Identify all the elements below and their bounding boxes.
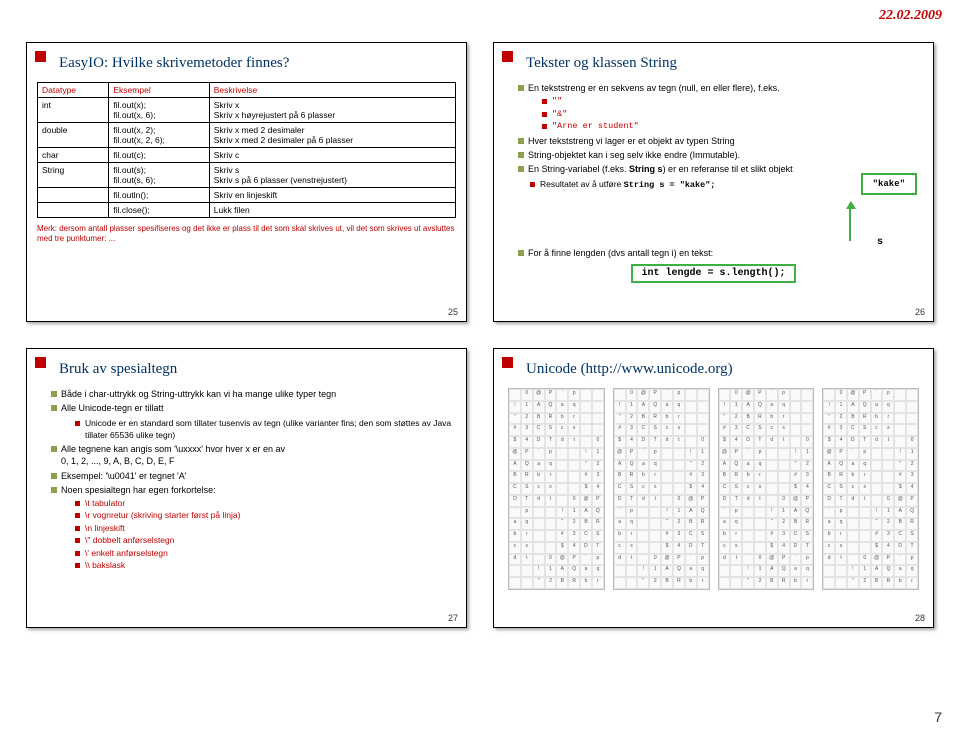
- slide-25: EasyIO: Hvilke skrivemetoder finnes? Dat…: [26, 42, 467, 322]
- bullet: Eksempel: '\u0041' er tegnet 'A': [51, 470, 456, 482]
- cell-example: fil.close();: [109, 203, 209, 218]
- arrow-head-icon: [846, 201, 856, 209]
- sub-bullet: \\ bakslask: [75, 560, 456, 571]
- table-row: fil.close(); Lukk filen: [38, 203, 456, 218]
- cell-type: char: [38, 148, 109, 163]
- unicode-block: 0@P`p !1AQaq "2BRbr #3CScs $4DTdt 0@P`p …: [613, 388, 710, 590]
- bullet: String-objektet kan i seg selv ikke endr…: [518, 149, 923, 161]
- sub-bullet: "&": [542, 109, 923, 120]
- table-row: char fil.out(c); Skriv c: [38, 148, 456, 163]
- unicode-block: 0@P`p !1AQaq "2BRbr #3CScs $4DTdt 0@P`p …: [822, 388, 919, 590]
- title-bullet-icon: [502, 357, 513, 368]
- th-datatype: Datatype: [38, 83, 109, 98]
- bullet: Alle Unicode-tegn er tillatt Unicode er …: [51, 402, 456, 441]
- slide-number: 26: [915, 307, 925, 317]
- cell-example: fil.out(x); fil.out(x, 6);: [109, 98, 209, 123]
- sub-bullet: \' enkelt anførselstegn: [75, 548, 456, 559]
- cell-type: String: [38, 163, 109, 188]
- table-row: String fil.out(s); fil.out(s, 6); Skriv …: [38, 163, 456, 188]
- cell-type: [38, 203, 109, 218]
- bullet: Både i char-uttrykk og String-uttrykk ka…: [51, 388, 456, 400]
- page-date: 22.02.2009: [879, 8, 942, 24]
- bullet: Hver tekststreng vi lager er et objekt a…: [518, 135, 923, 147]
- table-row: double fil.out(x, 2); fil.out(x, 2, 6); …: [38, 123, 456, 148]
- cell-type: int: [38, 98, 109, 123]
- merk-note: Merk: dersom antall plasser spesifiseres…: [37, 224, 456, 244]
- s-variable-label: s: [877, 237, 883, 248]
- title-bullet-icon: [502, 51, 513, 62]
- table-row: fil.outln(); Skriv en linjeskift: [38, 188, 456, 203]
- cell-desc: Skriv x med 2 desimaler Skriv x med 2 de…: [209, 123, 455, 148]
- sub-bullet: \t tabulator: [75, 498, 456, 509]
- slide-number: 25: [448, 307, 458, 317]
- cell-type: double: [38, 123, 109, 148]
- slide-26: Tekster og klassen String En tekststreng…: [493, 42, 934, 322]
- cell-desc: Skriv c: [209, 148, 455, 163]
- bullet: Noen spesialtegn har egen forkortelse: \…: [51, 484, 456, 572]
- title-bullet-icon: [35, 51, 46, 62]
- slide-28: Unicode (http://www.unicode.org) 0@P`p !…: [493, 348, 934, 628]
- slide-title: Unicode (http://www.unicode.org): [526, 361, 923, 378]
- sub-bullet: \n linjeskift: [75, 523, 456, 534]
- cell-desc: Skriv en linjeskift: [209, 188, 455, 203]
- code-box-length: int lengde = s.length();: [631, 264, 795, 283]
- table-row: int fil.out(x); fil.out(x, 6); Skriv x S…: [38, 98, 456, 123]
- sub-bullet: \" dobbelt anførselstegn: [75, 535, 456, 546]
- cell-desc: Skriv s Skriv s på 6 plasser (venstrejus…: [209, 163, 455, 188]
- slides-grid: EasyIO: Hvilke skrivemetoder finnes? Dat…: [26, 42, 934, 628]
- bullet: En tekststreng er en sekvens av tegn (nu…: [518, 82, 923, 133]
- unicode-block: 0@P`p !1AQaq "2BRbr #3CScs $4DTdt 0@P`p …: [508, 388, 605, 590]
- cell-example: fil.out(x, 2); fil.out(x, 2, 6);: [109, 123, 209, 148]
- bullet: For å finne lengden (dvs antall tegn i) …: [518, 247, 923, 259]
- slide-title: EasyIO: Hvilke skrivemetoder finnes?: [59, 55, 456, 72]
- cell-desc: Skriv x Skriv x høyrejustert på 6 plasse…: [209, 98, 455, 123]
- unicode-block: 0@P`p !1AQaq "2BRbr #3CScs $4DTdt 0@P`p …: [718, 388, 815, 590]
- slide-title: Tekster og klassen String: [526, 55, 923, 72]
- th-eksempel: Eksempel: [109, 83, 209, 98]
- cell-type: [38, 188, 109, 203]
- sub-bullet: Unicode er en standard som tillater tuse…: [75, 418, 456, 441]
- slide-27: Bruk av spesialtegn Både i char-uttrykk …: [26, 348, 467, 628]
- cell-desc: Lukk filen: [209, 203, 455, 218]
- slide-number: 27: [448, 613, 458, 623]
- sub-bullet: "": [542, 96, 923, 107]
- bullet: Alle tegnene kan angis som '\uxxxx' hvor…: [51, 443, 456, 467]
- io-methods-table: Datatype Eksempel Beskrivelse int fil.ou…: [37, 82, 456, 218]
- title-bullet-icon: [35, 357, 46, 368]
- kake-object-box: "kake": [861, 173, 917, 195]
- slide-title: Bruk av spesialtegn: [59, 361, 456, 378]
- kake-value: "kake": [861, 173, 917, 195]
- page-number: 7: [934, 709, 942, 725]
- cell-example: fil.out(s); fil.out(s, 6);: [109, 163, 209, 188]
- cell-example: fil.out(c);: [109, 148, 209, 163]
- cell-example: fil.outln();: [109, 188, 209, 203]
- sub-bullet: "Arne er student": [542, 121, 923, 132]
- unicode-chart: 0@P`p !1AQaq "2BRbr #3CScs $4DTdt 0@P`p …: [504, 388, 923, 590]
- th-beskrivelse: Beskrivelse: [209, 83, 455, 98]
- sub-bullet: \r vognretur (skriving starter først på …: [75, 510, 456, 521]
- slide-number: 28: [915, 613, 925, 623]
